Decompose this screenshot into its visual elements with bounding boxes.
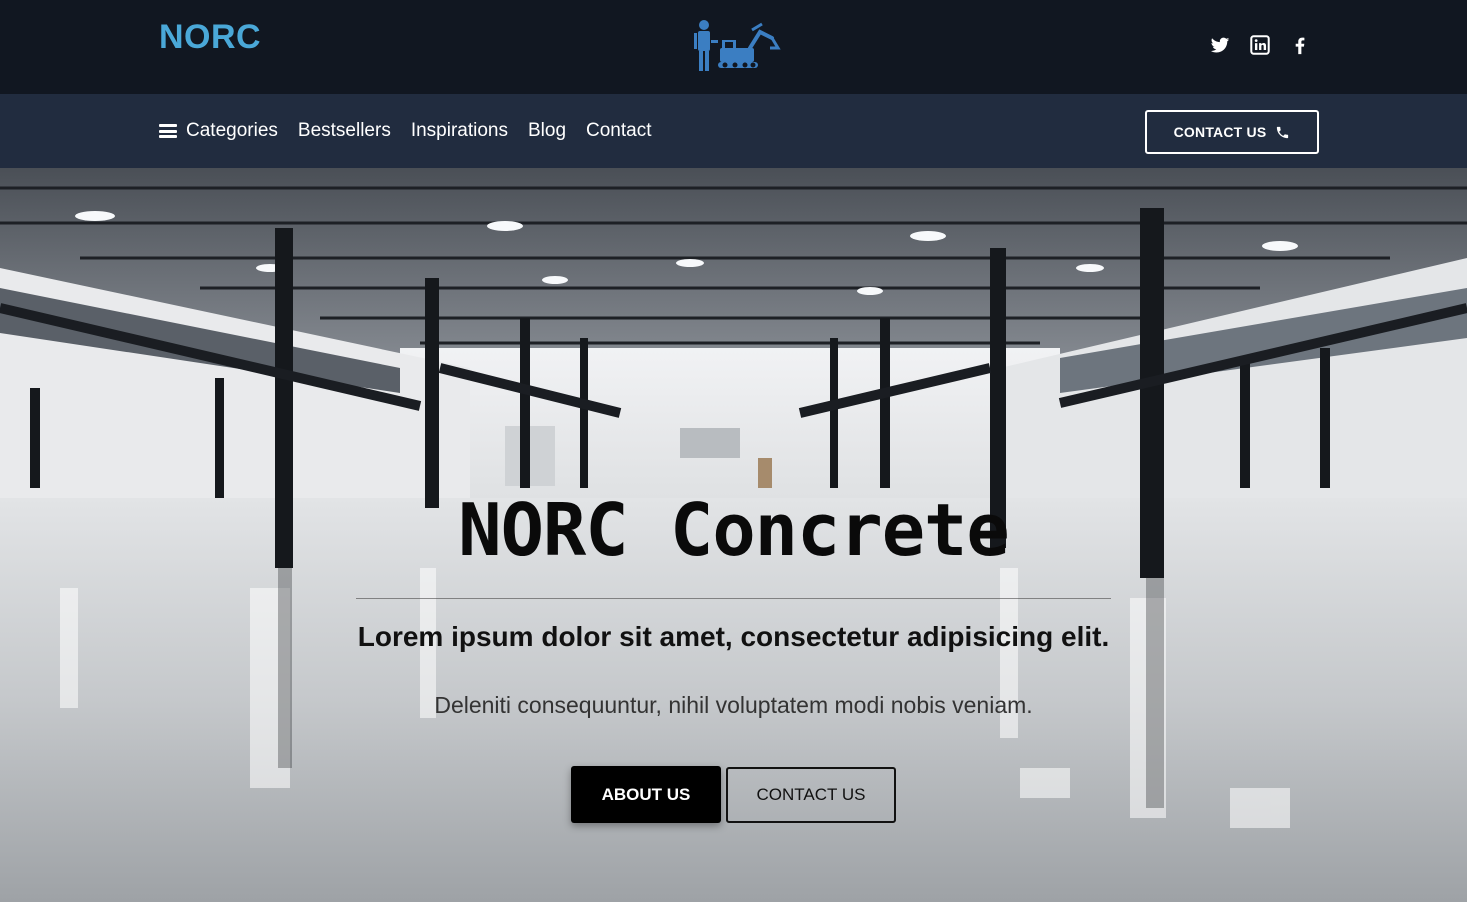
divider bbox=[356, 598, 1111, 599]
hero-contact-us-button[interactable]: CONTACT US bbox=[726, 767, 896, 823]
nav-item-blog[interactable]: Blog bbox=[528, 120, 566, 142]
contact-us-button[interactable]: CONTACT US bbox=[1145, 110, 1319, 154]
navigation-bar: Categories Bestsellers Inspirations Blog… bbox=[0, 94, 1467, 168]
nav-item-contact[interactable]: Contact bbox=[586, 120, 651, 142]
brand-name[interactable]: NORC bbox=[159, 18, 261, 57]
hero-title: NORC Concrete bbox=[458, 488, 1010, 572]
nav-item-label: Contact bbox=[586, 120, 652, 141]
nav-item-categories[interactable]: Categories bbox=[159, 120, 278, 142]
nav-item-label: Categories bbox=[186, 120, 278, 141]
nav-item-inspirations[interactable]: Inspirations bbox=[411, 120, 508, 142]
worker-excavator-logo-icon[interactable] bbox=[690, 18, 784, 74]
nav-item-label: Bestsellers bbox=[297, 120, 391, 141]
linkedin-icon[interactable] bbox=[1249, 34, 1271, 56]
top-bar: NORC bbox=[0, 0, 1467, 94]
nav-item-bestsellers[interactable]: Bestsellers bbox=[298, 120, 391, 142]
hero-subtitle: Lorem ipsum dolor sit amet, consectetur … bbox=[357, 621, 1110, 652]
twitter-icon[interactable] bbox=[1209, 34, 1231, 56]
hamburger-icon bbox=[159, 124, 177, 138]
nav-item-label: Inspirations bbox=[410, 120, 508, 141]
about-us-button[interactable]: ABOUT US bbox=[571, 766, 721, 823]
phone-icon bbox=[1277, 126, 1289, 138]
main-nav: Categories Bestsellers Inspirations Blog… bbox=[159, 94, 672, 168]
hero-section: NORC Concrete Lorem ipsum dolor sit amet… bbox=[0, 168, 1467, 902]
hero-description: Deleniti consequuntur, nihil voluptatem … bbox=[434, 692, 1033, 718]
social-links bbox=[1209, 34, 1311, 56]
facebook-icon[interactable] bbox=[1289, 34, 1311, 56]
nav-item-label: Blog bbox=[527, 120, 567, 141]
contact-us-label: CONTACT US bbox=[1173, 124, 1267, 140]
